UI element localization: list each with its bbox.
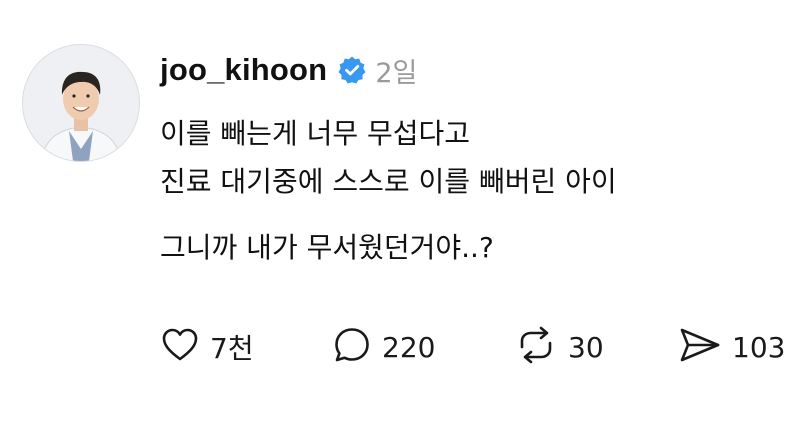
heart-icon xyxy=(160,325,200,369)
reply-count: 220 xyxy=(382,330,436,364)
action-bar: 7천 220 30 103 xyxy=(160,322,790,372)
like-count: 7천 xyxy=(210,332,254,365)
avatar[interactable] xyxy=(22,44,140,162)
share-icon xyxy=(678,325,722,369)
username[interactable]: joo_kihoon xyxy=(160,52,327,88)
reply-button[interactable]: 220 xyxy=(332,322,435,372)
verified-badge-icon xyxy=(337,55,367,85)
post-line: 그니까 내가 무서웠던거야..? xyxy=(160,231,494,264)
repost-button[interactable]: 30 xyxy=(514,322,604,372)
repost-count: 30 xyxy=(568,330,604,364)
like-button[interactable]: 7천 xyxy=(160,322,254,372)
share-count: 103 xyxy=(732,330,786,364)
comment-icon xyxy=(332,325,372,369)
post-header: joo_kihoon 2일 xyxy=(160,50,417,90)
avatar-photo xyxy=(23,45,139,161)
post-time: 2일 xyxy=(375,57,418,89)
share-button[interactable]: 103 xyxy=(678,322,785,372)
post-line: 이를 빼는게 너무 무섭다고 xyxy=(160,117,471,150)
post-line: 진료 대기중에 스스로 이를 빼버린 아이 xyxy=(160,165,617,198)
post-body: 이를 빼는게 너무 무섭다고 진료 대기중에 스스로 이를 빼버린 아이 그니까… xyxy=(160,110,617,272)
repost-icon xyxy=(514,325,558,369)
